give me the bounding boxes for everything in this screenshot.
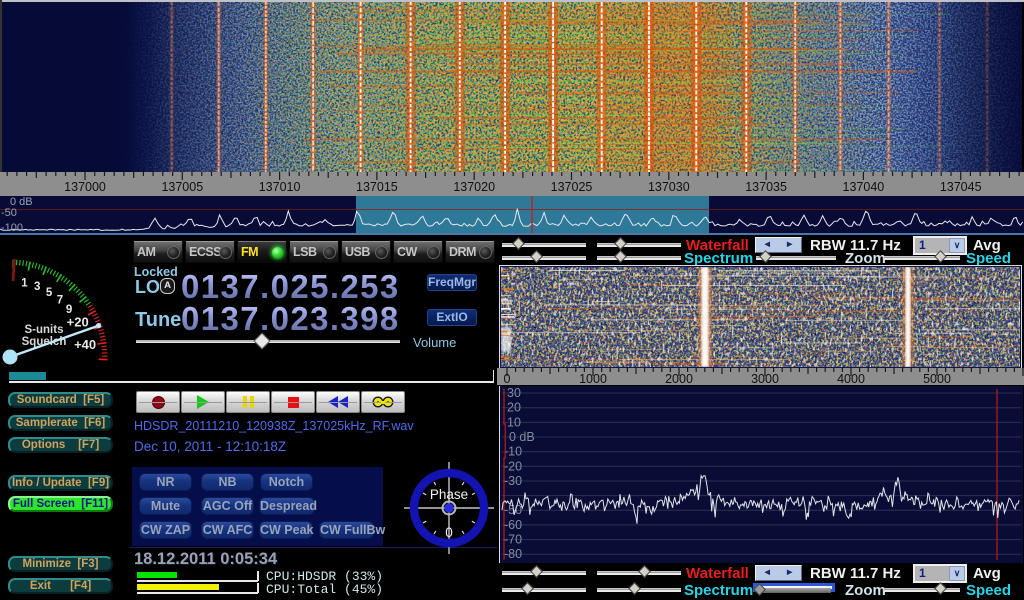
svg-text:+20: +20 [67, 315, 89, 330]
svg-text:7: 7 [57, 295, 63, 307]
svg-text:30: 30 [507, 386, 521, 400]
svg-text:2000: 2000 [665, 372, 693, 385]
svg-text:-30: -30 [504, 474, 522, 488]
svg-text:137015: 137015 [356, 180, 398, 194]
svg-text:-10: -10 [504, 445, 522, 459]
svg-text:10: 10 [507, 415, 521, 429]
svg-text:137040: 137040 [843, 180, 885, 194]
svg-text:Phase: Phase [430, 487, 468, 502]
svg-text:5000: 5000 [923, 372, 951, 385]
svg-text:137035: 137035 [745, 180, 787, 194]
svg-text:1000: 1000 [579, 372, 607, 385]
svg-text:137005: 137005 [161, 180, 203, 194]
svg-text:137030: 137030 [648, 180, 690, 194]
svg-text:0: 0 [504, 372, 511, 385]
svg-text:137000: 137000 [64, 180, 106, 194]
svg-text:137020: 137020 [453, 180, 495, 194]
svg-text:3000: 3000 [751, 372, 779, 385]
svg-text:20: 20 [507, 401, 521, 415]
svg-text:1: 1 [21, 277, 28, 289]
svg-text:0 dB: 0 dB [509, 430, 535, 444]
svg-text:4000: 4000 [837, 372, 865, 385]
svg-text:137010: 137010 [259, 180, 301, 194]
svg-text:0: 0 [445, 525, 453, 540]
svg-text:-80: -80 [504, 547, 522, 561]
svg-text:-100: -100 [1, 222, 23, 233]
svg-text:-20: -20 [504, 459, 522, 473]
svg-text:-70: -70 [504, 533, 522, 547]
svg-text:-60: -60 [504, 518, 522, 532]
svg-text:137025: 137025 [551, 180, 593, 194]
svg-text:5: 5 [46, 287, 53, 299]
svg-text:3: 3 [34, 281, 40, 293]
svg-text:S-units: S-units [25, 324, 64, 336]
svg-text:+40: +40 [74, 337, 96, 352]
svg-text:-50: -50 [1, 207, 17, 219]
svg-text:137045: 137045 [940, 180, 982, 194]
